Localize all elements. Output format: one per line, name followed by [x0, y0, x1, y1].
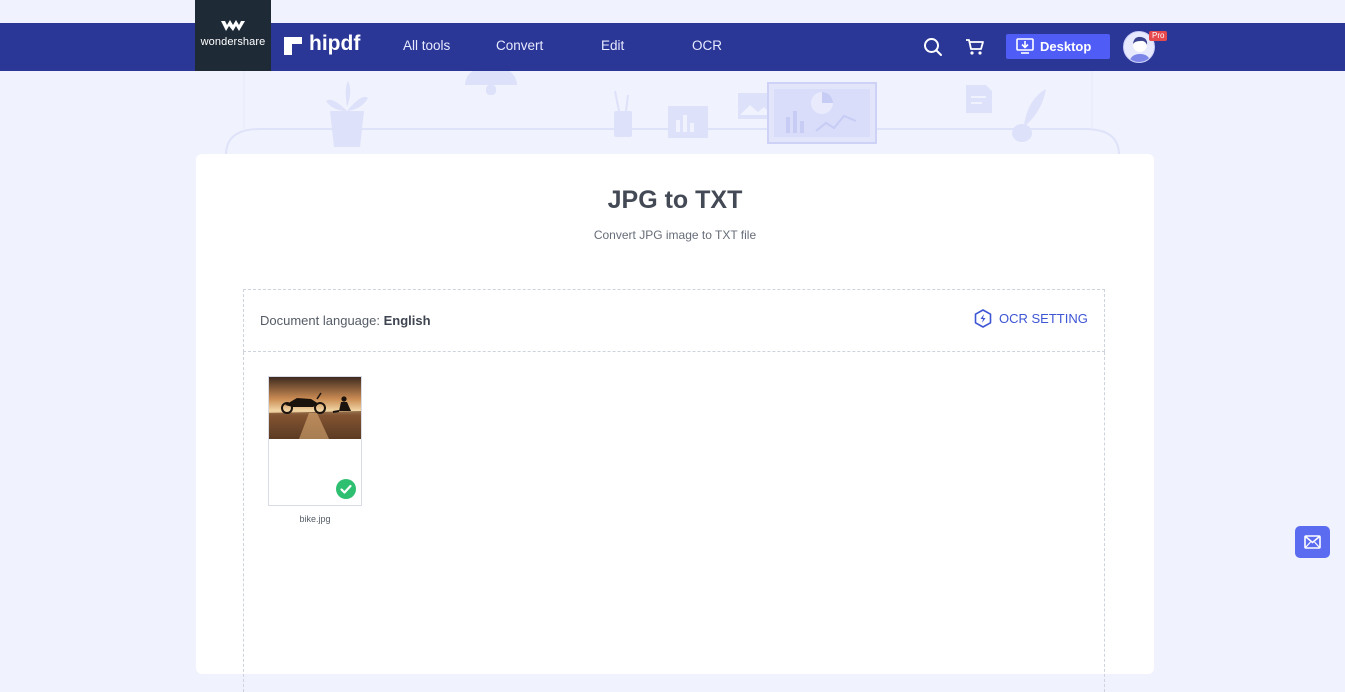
wondershare-logo-icon — [221, 20, 245, 31]
converter-card: JPG to TXT Convert JPG image to TXT file… — [196, 154, 1154, 692]
uploaded-file-name: bike.jpg — [299, 514, 331, 524]
file-thumbnail — [269, 377, 361, 439]
ocr-setting-label: OCR SETTING — [999, 311, 1088, 326]
cart-icon[interactable] — [965, 38, 985, 56]
hipdf-logo-icon — [284, 37, 302, 55]
nav-all-tools[interactable]: All tools — [403, 38, 450, 53]
pro-badge: Pro — [1149, 31, 1168, 41]
page-subtitle: Convert JPG image to TXT file — [593, 228, 757, 242]
nav-edit[interactable]: Edit — [601, 38, 624, 53]
wondershare-logo[interactable]: wondershare — [195, 0, 271, 71]
download-desktop-icon — [1016, 38, 1034, 54]
hipdf-logo-text: hipdf — [309, 32, 361, 55]
page-title: JPG to TXT — [607, 186, 743, 214]
desktop-download-button[interactable]: Desktop — [1006, 34, 1110, 59]
header-illustration — [225, 71, 1120, 155]
search-icon[interactable] — [923, 37, 943, 57]
desktop-button-label: Desktop — [1040, 39, 1092, 54]
nav-ocr[interactable]: OCR — [692, 38, 722, 53]
ocr-setting-hexagon-icon — [974, 309, 992, 328]
nav-convert[interactable]: Convert — [496, 38, 543, 53]
ocr-setting-button[interactable]: OCR SETTING — [974, 309, 1088, 329]
uploaded-file-card[interactable] — [268, 376, 362, 506]
brand-company-name: wondershare — [200, 36, 266, 48]
document-language-value: English — [383, 313, 431, 328]
file-drop-zone[interactable] — [243, 352, 1105, 692]
document-language-label[interactable]: Document language: English — [260, 313, 431, 328]
feedback-mail-button[interactable] — [1295, 526, 1330, 558]
mail-icon — [1304, 535, 1321, 549]
language-label-text: Document language: — [260, 313, 380, 328]
document-language-bar: Document language: English OCR SETTING — [243, 289, 1105, 352]
conversion-success-check-icon — [336, 479, 356, 499]
